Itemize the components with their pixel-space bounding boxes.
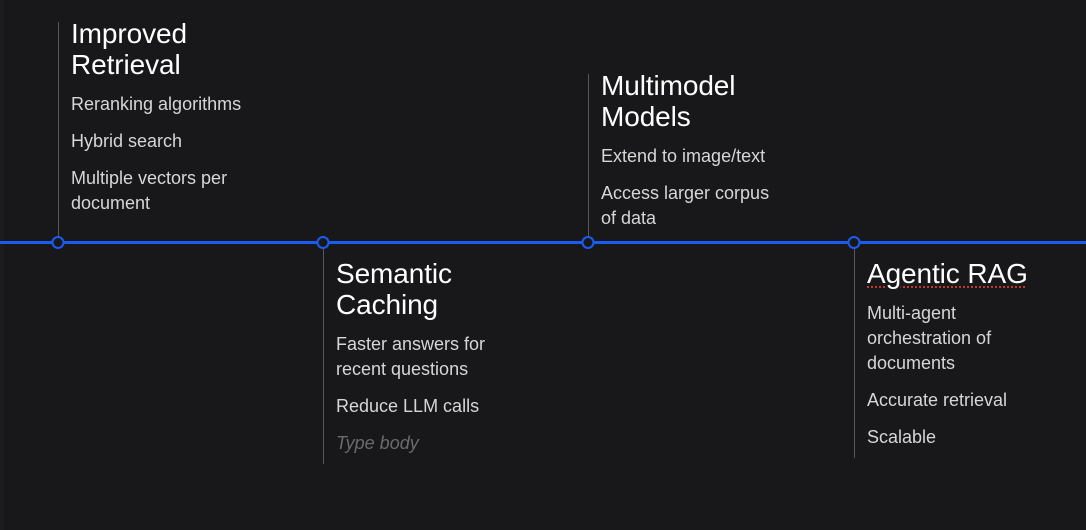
timeline-event[interactable]: Semantic Caching Faster answers for recen… (323, 258, 485, 456)
slide-left-edge (0, 0, 4, 530)
timeline-node[interactable] (847, 236, 861, 249)
timeline-node[interactable] (316, 236, 330, 249)
event-bullet-list: Extend to image/text Access larger corpus… (601, 144, 769, 231)
event-bullet[interactable]: Reranking algorithms (71, 92, 241, 117)
event-bullet-list: Multi-agent orchestration of documents Ac… (867, 301, 1028, 450)
event-bullet-list: Faster answers for recent questions Reduc… (336, 332, 485, 456)
event-bullet[interactable]: Hybrid search (71, 129, 241, 154)
event-bullet[interactable]: Multi-agent orchestration of documents (867, 301, 1028, 376)
event-title[interactable]: Improved Retrieval (71, 18, 241, 80)
event-bullet[interactable]: Faster answers for recent questions (336, 332, 485, 382)
event-bullet[interactable]: Scalable (867, 425, 1028, 450)
event-title[interactable]: Semantic Caching (336, 258, 485, 320)
timeline-event[interactable]: Agentic RAG Multi-agent orchestration of … (854, 258, 1028, 450)
timeline-axis (0, 241, 1086, 244)
timeline-slide: Improved Retrieval Reranking algorithms Hy… (0, 0, 1086, 530)
event-bullet[interactable]: Accurate retrieval (867, 388, 1028, 413)
event-title[interactable]: Multimodel Models (601, 70, 769, 132)
timeline-node[interactable] (581, 236, 595, 249)
event-bullet[interactable]: Multiple vectors per document (71, 166, 241, 216)
event-bullet-list: Reranking algorithms Hybrid search Multipl… (71, 92, 241, 216)
event-bullet-placeholder[interactable]: Type body (336, 431, 485, 456)
timeline-event[interactable]: Multimodel Models Extend to image/text Acc… (588, 70, 769, 231)
event-title[interactable]: Agentic RAG (867, 258, 1028, 289)
timeline-event[interactable]: Improved Retrieval Reranking algorithms Hy… (58, 18, 241, 216)
event-bullet[interactable]: Reduce LLM calls (336, 394, 485, 419)
timeline-node[interactable] (51, 236, 65, 249)
event-bullet[interactable]: Access larger corpus of data (601, 181, 769, 231)
event-bullet[interactable]: Extend to image/text (601, 144, 769, 169)
